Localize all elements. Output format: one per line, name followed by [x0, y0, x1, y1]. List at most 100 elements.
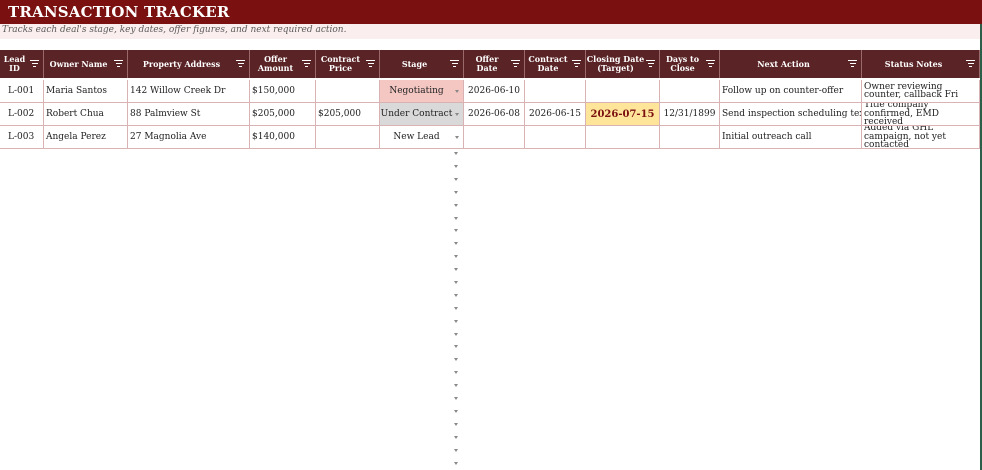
column-header-status-notes[interactable]: Status Notes	[862, 50, 980, 78]
filter-icon[interactable]	[646, 60, 656, 68]
subtitle-bar: Tracks each deal's stage, key dates, off…	[0, 24, 982, 39]
filter-icon[interactable]	[114, 60, 124, 68]
chevron-down-icon[interactable]	[455, 136, 459, 139]
column-header-label: Lead ID	[3, 54, 26, 73]
cell-offer-amount[interactable]: $140,000	[250, 126, 316, 149]
cell-closing-date[interactable]	[586, 126, 660, 149]
chevron-down-icon[interactable]	[454, 410, 458, 413]
cell-days-to-close[interactable]	[660, 80, 720, 103]
cell-property-address[interactable]: 27 Magnolia Ave	[128, 126, 250, 149]
cell-contract-date[interactable]	[525, 126, 586, 149]
filter-icon[interactable]	[848, 60, 858, 68]
cell-status-notes[interactable]: Owner reviewing counter, callback Fri	[862, 80, 980, 103]
chevron-down-icon[interactable]	[454, 358, 458, 361]
cell-offer-date[interactable]: 2026-06-08	[464, 103, 525, 126]
column-header-owner-name[interactable]: Owner Name	[44, 50, 128, 78]
cell-property-address[interactable]: 142 Willow Creek Dr	[128, 80, 250, 103]
chevron-down-icon[interactable]	[454, 191, 458, 194]
cell-next-action[interactable]: Follow up on counter-offer	[720, 80, 862, 103]
cell-offer-date[interactable]	[464, 126, 525, 149]
column-header-next-action[interactable]: Next Action	[720, 50, 862, 78]
cell-contract-price[interactable]	[316, 80, 380, 103]
cell-next-action[interactable]: Send inspection scheduling text	[720, 103, 862, 126]
column-header-stage[interactable]: Stage	[380, 50, 464, 78]
column-header-closing-date[interactable]: Closing Date (Target)	[586, 50, 660, 78]
chevron-down-icon[interactable]	[454, 384, 458, 387]
cell-closing-date[interactable]	[586, 80, 660, 103]
cell-offer-date[interactable]: 2026-06-10	[464, 80, 525, 103]
chevron-down-icon[interactable]	[455, 113, 459, 116]
column-header-days-to-close[interactable]: Days to Close	[660, 50, 720, 78]
chevron-down-icon[interactable]	[454, 345, 458, 348]
column-header-label: Offer Amount	[257, 54, 294, 73]
column-header-contract-date[interactable]: Contract Date	[525, 50, 586, 78]
filter-icon[interactable]	[572, 60, 582, 68]
filter-icon[interactable]	[450, 60, 460, 68]
chevron-down-icon[interactable]	[454, 294, 458, 297]
chevron-down-icon[interactable]	[454, 281, 458, 284]
cell-lead-id[interactable]: L-002	[0, 103, 44, 126]
cell-offer-amount[interactable]: $150,000	[250, 80, 316, 103]
column-header-offer-date[interactable]: Offer Date	[464, 50, 525, 78]
cell-property-address[interactable]: 88 Palmview St	[128, 103, 250, 126]
cell-contract-date[interactable]: 2026-06-15	[525, 103, 586, 126]
chevron-down-icon[interactable]	[454, 462, 458, 465]
cell-lead-id[interactable]: L-003	[0, 126, 44, 149]
sheet-subtitle: Tracks each deal's stage, key dates, off…	[2, 25, 347, 35]
title-bar: TRANSACTION TRACKER	[0, 0, 982, 24]
chevron-down-icon[interactable]	[454, 436, 458, 439]
chevron-down-icon[interactable]	[454, 449, 458, 452]
column-header-contract-price[interactable]: Contract Price	[316, 50, 380, 78]
filter-icon[interactable]	[706, 60, 716, 68]
cell-owner-name[interactable]: Angela Perez	[44, 126, 128, 149]
cell-owner-name[interactable]: Maria Santos	[44, 80, 128, 103]
chevron-down-icon[interactable]	[454, 307, 458, 310]
cell-status-notes[interactable]: Added via GHL campaign, not yet contacte…	[862, 126, 980, 149]
cell-days-to-close[interactable]: 12/31/1899	[660, 103, 720, 126]
column-header-label: Stage	[401, 58, 428, 69]
column-header-label: Owner Name	[49, 58, 108, 69]
cell-next-action[interactable]: Initial outreach call	[720, 126, 862, 149]
cell-stage[interactable]: New Lead	[380, 126, 464, 149]
cell-days-to-close[interactable]	[660, 126, 720, 149]
chevron-down-icon[interactable]	[454, 229, 458, 232]
cell-stage[interactable]: Negotiating	[380, 80, 464, 103]
sheet-title: TRANSACTION TRACKER	[8, 3, 230, 21]
filter-icon[interactable]	[302, 60, 312, 68]
cell-lead-id[interactable]: L-001	[0, 80, 44, 103]
cell-contract-price[interactable]: $205,000	[316, 103, 380, 126]
cell-offer-amount[interactable]: $205,000	[250, 103, 316, 126]
column-header-offer-amount[interactable]: Offer Amount	[250, 50, 316, 78]
cell-closing-date[interactable]: 2026-07-15	[586, 103, 660, 126]
column-header-label: Property Address	[142, 58, 221, 69]
chevron-down-icon[interactable]	[454, 204, 458, 207]
chevron-down-icon[interactable]	[454, 268, 458, 271]
chevron-down-icon[interactable]	[454, 423, 458, 426]
chevron-down-icon[interactable]	[454, 371, 458, 374]
chevron-down-icon[interactable]	[454, 165, 458, 168]
filter-icon[interactable]	[30, 60, 40, 68]
chevron-down-icon[interactable]	[454, 178, 458, 181]
chevron-down-icon[interactable]	[454, 242, 458, 245]
chevron-down-icon[interactable]	[454, 255, 458, 258]
filter-icon[interactable]	[236, 60, 246, 68]
column-header-label: Next Action	[757, 58, 810, 69]
filter-icon[interactable]	[511, 60, 521, 68]
cell-contract-date[interactable]	[525, 80, 586, 103]
chevron-down-icon[interactable]	[454, 217, 458, 220]
column-header-property-address[interactable]: Property Address	[128, 50, 250, 78]
chevron-down-icon[interactable]	[454, 320, 458, 323]
cell-stage[interactable]: Under Contract	[380, 103, 464, 126]
column-header-label: Status Notes	[884, 58, 943, 69]
filter-icon[interactable]	[966, 60, 976, 68]
cell-contract-price[interactable]	[316, 126, 380, 149]
chevron-down-icon[interactable]	[454, 333, 458, 336]
filter-icon[interactable]	[366, 60, 376, 68]
column-header-label: Closing Date (Target)	[586, 54, 645, 73]
cell-owner-name[interactable]: Robert Chua	[44, 103, 128, 126]
chevron-down-icon[interactable]	[454, 152, 458, 155]
chevron-down-icon[interactable]	[455, 90, 459, 93]
cell-status-notes[interactable]: Title company confirmed, EMD received	[862, 103, 980, 126]
column-header-lead-id[interactable]: Lead ID	[0, 50, 44, 78]
chevron-down-icon[interactable]	[454, 397, 458, 400]
